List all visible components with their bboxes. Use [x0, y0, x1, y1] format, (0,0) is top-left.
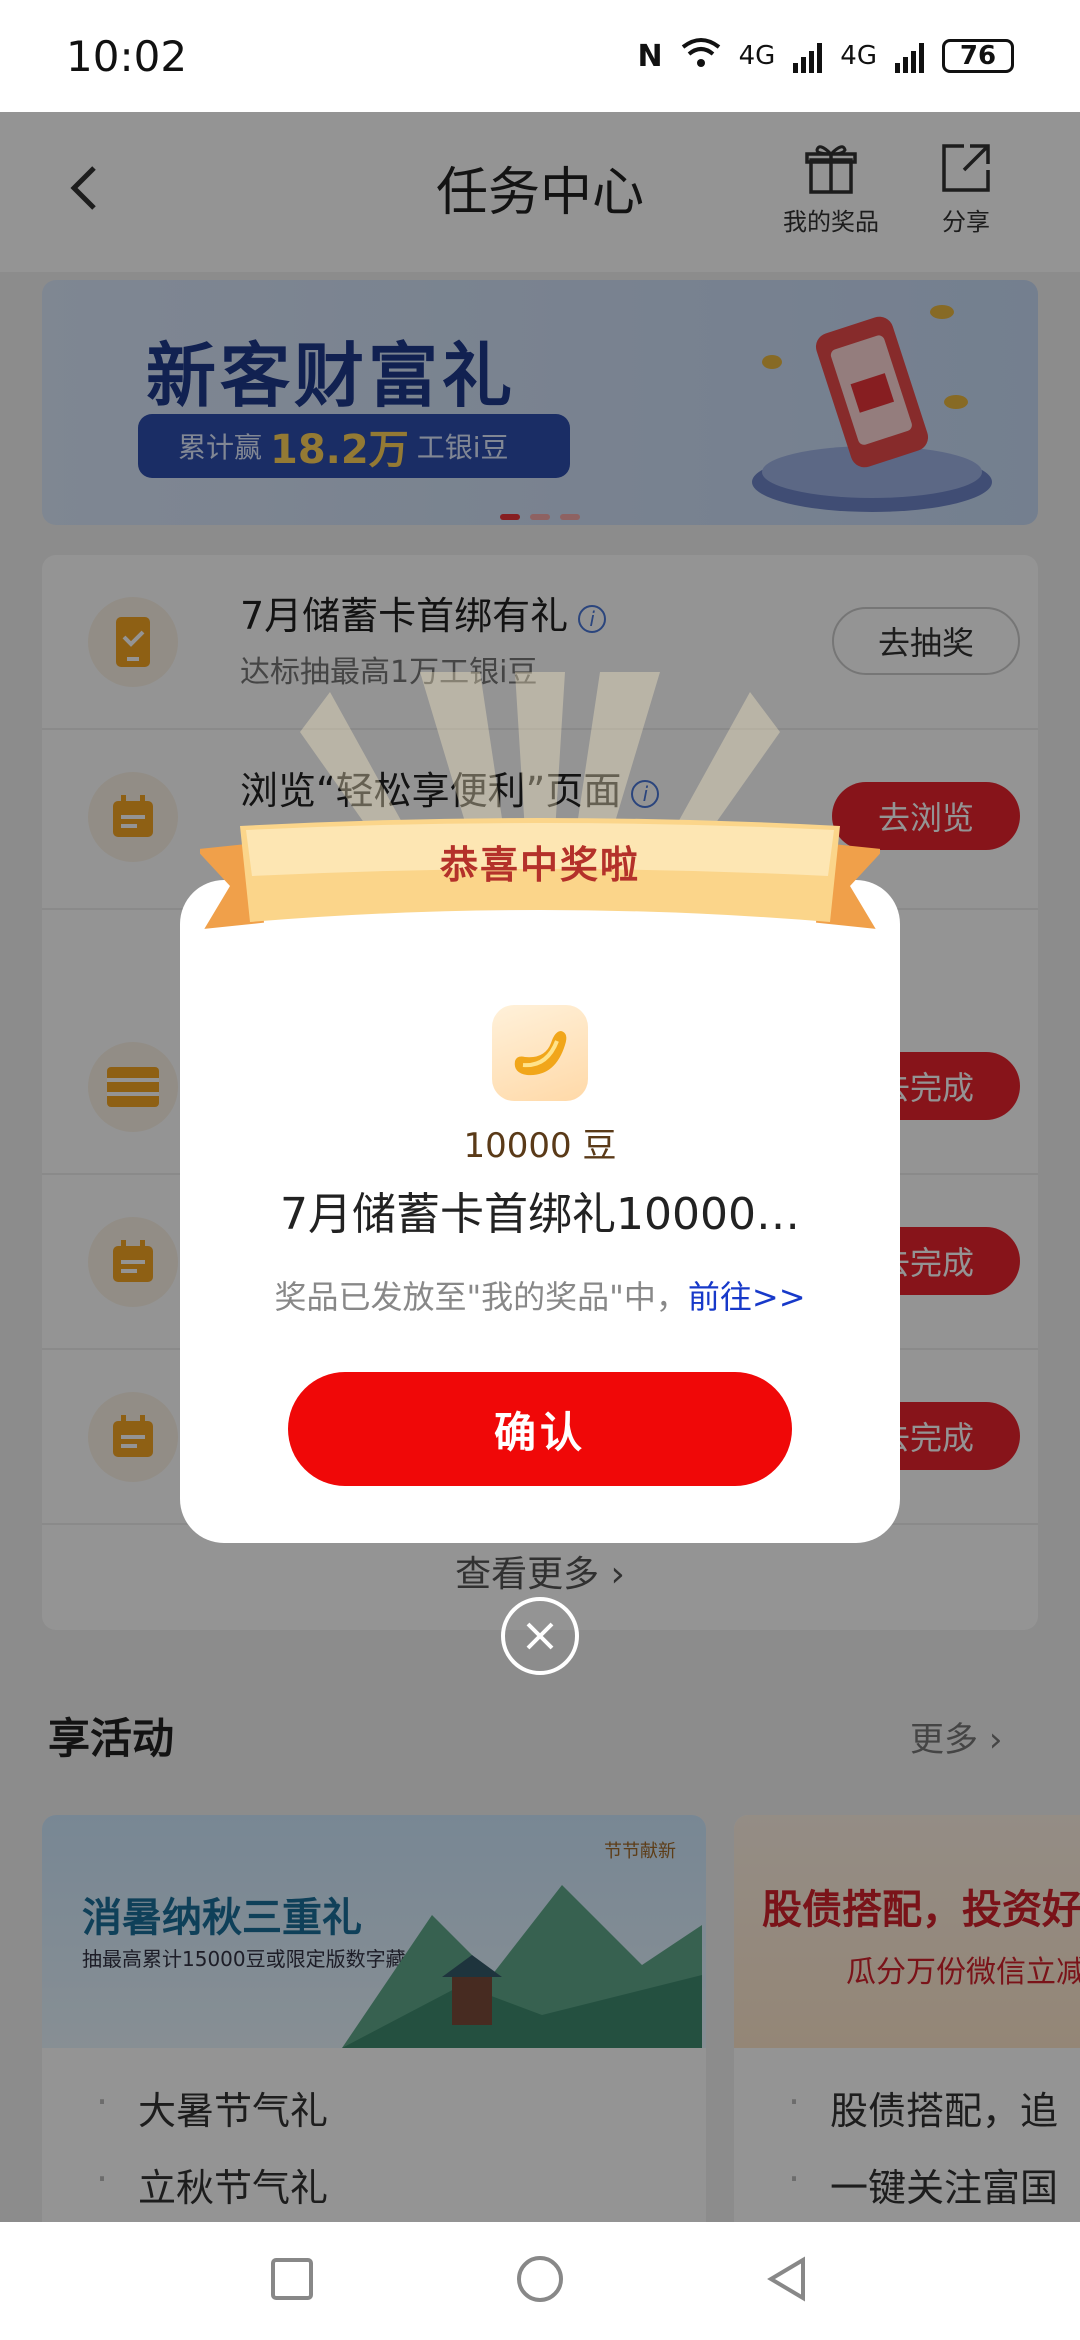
recents-icon[interactable] [269, 2256, 315, 2306]
prize-name: 7月储蓄卡首绑礼10000… [280, 1189, 800, 1240]
signal-2-icon [895, 39, 924, 73]
close-dialog-button[interactable] [501, 1597, 579, 1675]
congrats-ribbon: 恭喜中奖啦 [195, 812, 885, 962]
status-icons: N 4G 4G 76 [637, 37, 1014, 76]
bean-icon [492, 1005, 588, 1101]
home-icon[interactable] [515, 2254, 565, 2308]
signal-1-icon [793, 39, 823, 73]
signal-1-label: 4G [738, 41, 776, 71]
battery-icon: 76 [942, 39, 1014, 73]
go-to-prizes-link[interactable]: 前往>> [688, 1278, 806, 1316]
confirm-button[interactable]: 确认 [288, 1372, 792, 1486]
status-time: 10:02 [66, 31, 188, 81]
prize-sent-note: 奖品已发放至"我的奖品"中，前往>> [180, 1272, 900, 1318]
congrats-title: 恭喜中奖啦 [439, 843, 640, 887]
prize-amount: 10000 豆 [463, 1126, 617, 1166]
status-bar: 10:02 N 4G 4G 76 [0, 0, 1080, 112]
prize-sent-text: 奖品已发放至"我的奖品"中， [274, 1278, 688, 1316]
nfc-icon: N [637, 38, 663, 74]
system-nav-bar [0, 2222, 1080, 2340]
wifi-icon [681, 37, 721, 76]
signal-2-label: 4G [840, 41, 877, 71]
close-icon [526, 1622, 554, 1650]
back-nav-icon[interactable] [765, 2256, 811, 2306]
